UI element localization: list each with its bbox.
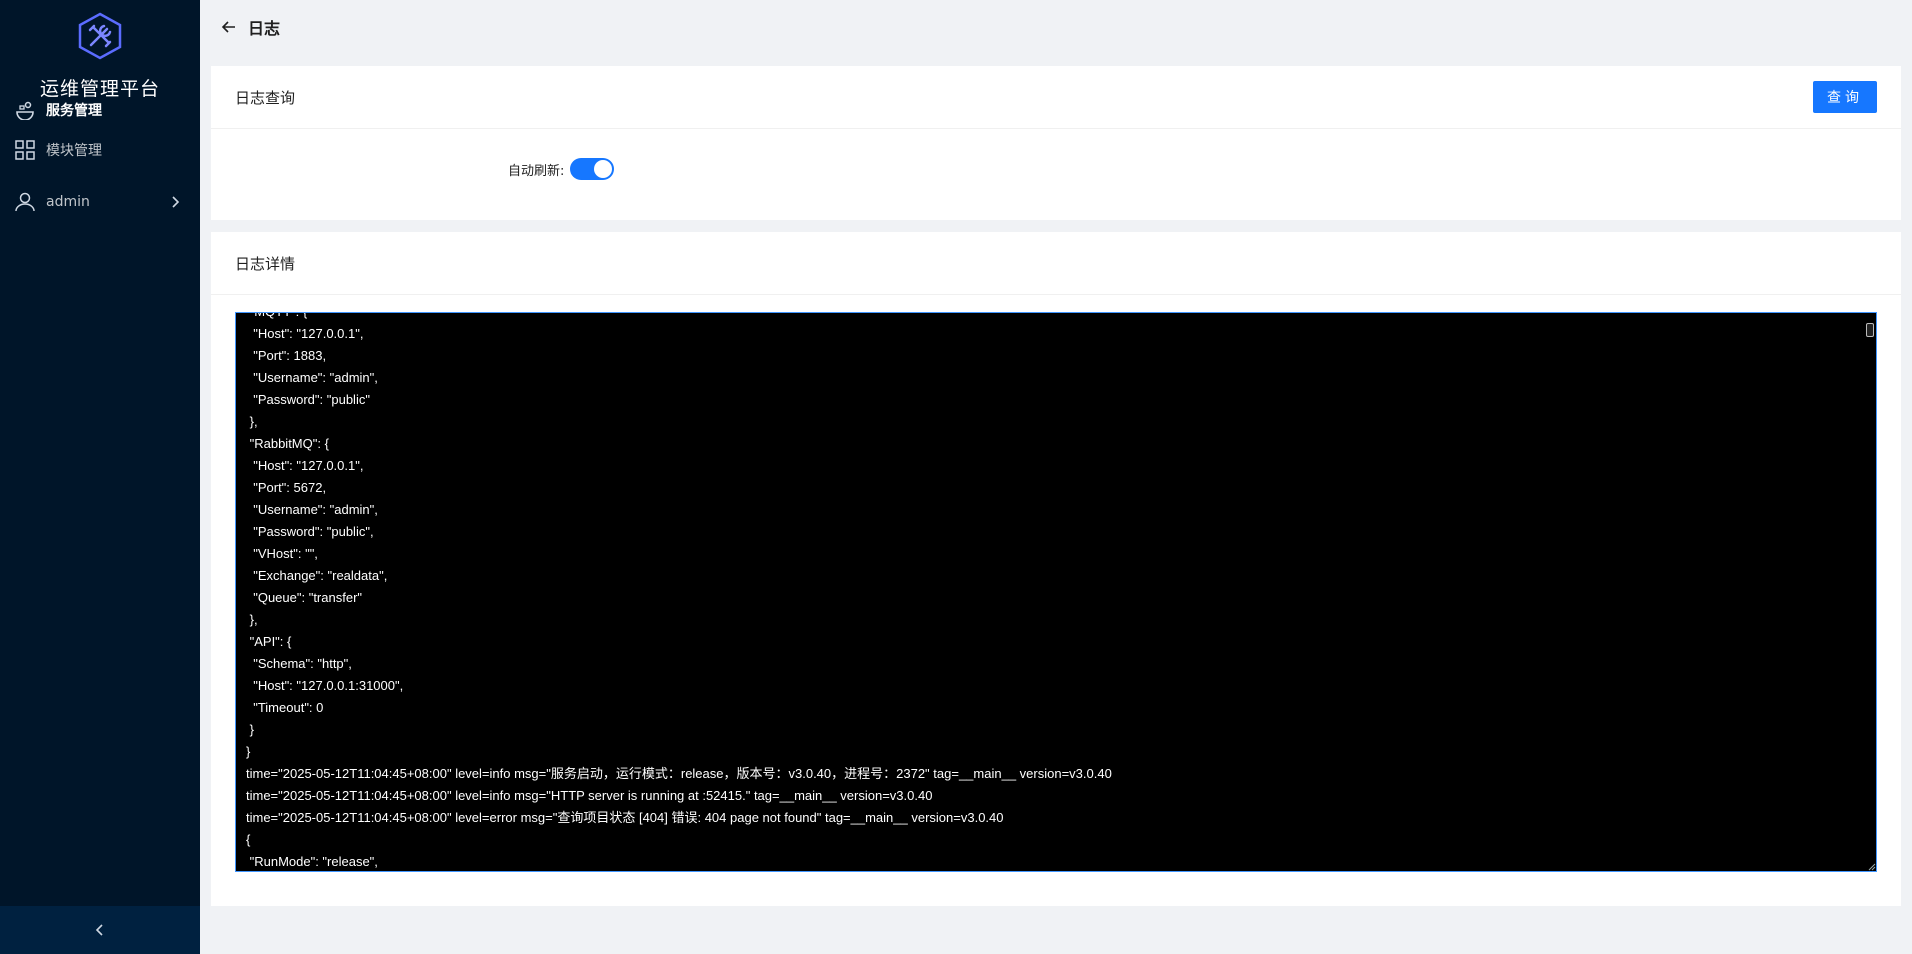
auto-refresh-switch[interactable] [570,158,615,180]
log-line: }, [246,414,258,429]
log-line: "MQTT": { [246,313,1866,323]
user-icon [14,191,36,213]
log-line: } [246,744,251,759]
auto-refresh-row: 自动刷新: [508,158,615,180]
log-line: time="2025-05-12T11:04:45+08:00" level=e… [246,810,1004,825]
chevron-left-icon [95,924,103,936]
log-line: } [246,722,254,737]
card-title: 日志详情 [235,254,296,273]
arrow-left-icon[interactable] [220,18,238,36]
log-line: "Password": "public", [246,524,374,539]
log-line: time="2025-05-12T11:04:45+08:00" level=i… [246,788,933,803]
log-content: "MQTT": { "Host": "127.0.0.1", "Port": 1… [236,313,1866,871]
log-line: "Queue": "transfer" [246,590,363,605]
log-line: "Username": "admin", [246,502,378,517]
card-header: 日志查询 查询 [211,66,1901,129]
log-line: "Schema": "http", [246,656,352,671]
auto-refresh-label: 自动刷新: [508,163,565,179]
sidebar-item-module[interactable]: 模块管理 [0,126,200,174]
log-line: "VHost": "", [246,546,318,561]
log-line: "Host": "127.0.0.1", [246,458,364,473]
log-line: "Timeout": 0 [246,700,324,715]
page-header: 日志 [200,0,1912,54]
log-line: "Host": "127.0.0.1", [246,326,364,341]
sidebar-collapse-button[interactable] [0,906,200,954]
switch-knob [594,160,613,178]
log-line: "RunMode": "release", [246,854,378,869]
resize-grip-icon[interactable] [1866,861,1876,871]
log-line: { [246,832,251,847]
log-line: "Password": "public" [246,392,370,407]
log-line: "Port": 1883, [246,348,327,363]
sidebar-item-label: admin [46,194,90,210]
sidebar-item-admin[interactable]: admin [0,178,200,226]
page-title: 日志 [248,19,281,38]
scrollbar-thumb[interactable] [1866,323,1874,337]
log-line: "Host": "127.0.0.1:31000", [246,678,404,693]
sidebar: 运维管理平台 服务管理 模块管理 admin [0,0,200,954]
card-header: 日志详情 [211,232,1901,295]
log-line: "Exchange": "realdata", [246,568,388,583]
log-line: "Port": 5672, [246,480,327,495]
chevron-right-icon [172,196,180,208]
sidebar-item-service[interactable]: 服务管理 [0,94,200,126]
log-textarea[interactable]: "MQTT": { "Host": "127.0.0.1", "Port": 1… [235,312,1877,872]
card-title: 日志查询 [235,88,296,107]
tools-logo-icon [78,12,122,60]
service-icon [14,99,36,121]
log-detail-card: 日志详情 "MQTT": { "Host": "127.0.0.1", "Por… [211,232,1901,906]
query-button[interactable]: 查询 [1813,81,1877,113]
log-line: "API": { [246,634,292,649]
log-query-card: 日志查询 查询 自动刷新: [211,66,1901,220]
sidebar-menu: 服务管理 模块管理 admin [0,101,200,226]
sidebar-item-label: 模块管理 [46,143,102,159]
module-grid-icon [14,139,36,161]
brand: 运维管理平台 [0,12,200,101]
log-line: "RabbitMQ": { [246,436,329,451]
log-line: }, [246,612,258,627]
log-line: time="2025-05-12T11:04:45+08:00" level=i… [246,766,1112,781]
log-line: "Username": "admin", [246,370,378,385]
sidebar-item-label: 服务管理 [46,103,102,119]
